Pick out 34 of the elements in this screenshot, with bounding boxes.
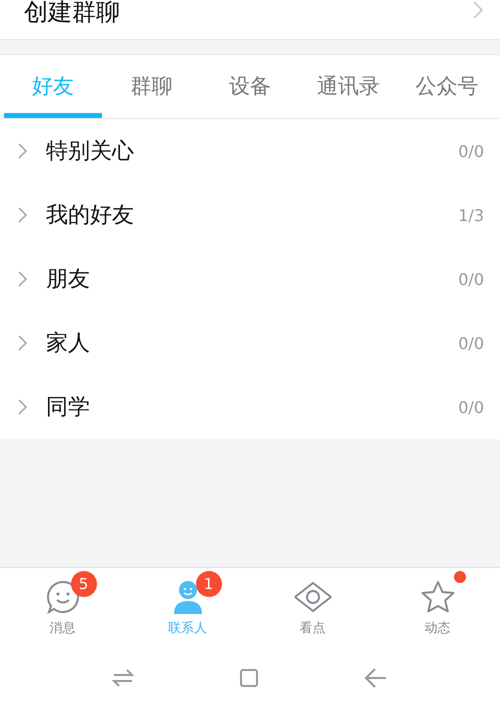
nav-tab[interactable]: 看点 xyxy=(250,568,375,645)
star-icon xyxy=(420,578,456,614)
group-name: 家人 xyxy=(46,330,91,358)
chevron-icon xyxy=(472,0,484,20)
count-badge: 1 xyxy=(196,570,222,596)
group-row[interactable]: 朋友 0/0 xyxy=(0,247,500,311)
group-row[interactable]: 特别关心 0/0 xyxy=(0,119,500,183)
tab[interactable]: 设备 xyxy=(200,55,300,118)
group-count: 0/0 xyxy=(458,270,484,288)
count-badge: 5 xyxy=(70,570,96,596)
group-name: 特别关心 xyxy=(46,138,135,166)
create-group-row[interactable]: 创建群聊 xyxy=(0,0,500,40)
group-count: 0/0 xyxy=(458,142,484,160)
group-row[interactable]: 家人 0/0 xyxy=(0,311,500,375)
group-count: 0/0 xyxy=(458,398,484,416)
group-count: 1/3 xyxy=(458,206,484,224)
tab[interactable]: 公众号 xyxy=(398,55,496,118)
group-count: 0/0 xyxy=(458,334,484,352)
eye-icon xyxy=(292,580,332,614)
nav-tab[interactable]: 1 联系人 xyxy=(125,568,250,645)
group-name: 朋友 xyxy=(46,266,91,294)
tab[interactable]: 群聊 xyxy=(102,55,201,118)
smiley-bubble-icon xyxy=(44,578,80,614)
back-arrow-icon xyxy=(364,666,388,688)
square-icon xyxy=(238,668,259,688)
group-name: 我的好友 xyxy=(46,202,135,230)
group-row[interactable]: 我的好友 1/3 xyxy=(0,183,500,247)
nav-tab[interactable]: 5 消息 xyxy=(0,568,125,645)
group-name: 同学 xyxy=(46,394,91,422)
swap-icon xyxy=(112,668,134,688)
nav-tab[interactable]: 动态 xyxy=(375,568,500,645)
create-group-label: 创建群聊 xyxy=(24,0,120,24)
tab[interactable]: 通讯录 xyxy=(299,55,398,118)
group-row[interactable]: 同学 0/0 xyxy=(0,375,500,439)
